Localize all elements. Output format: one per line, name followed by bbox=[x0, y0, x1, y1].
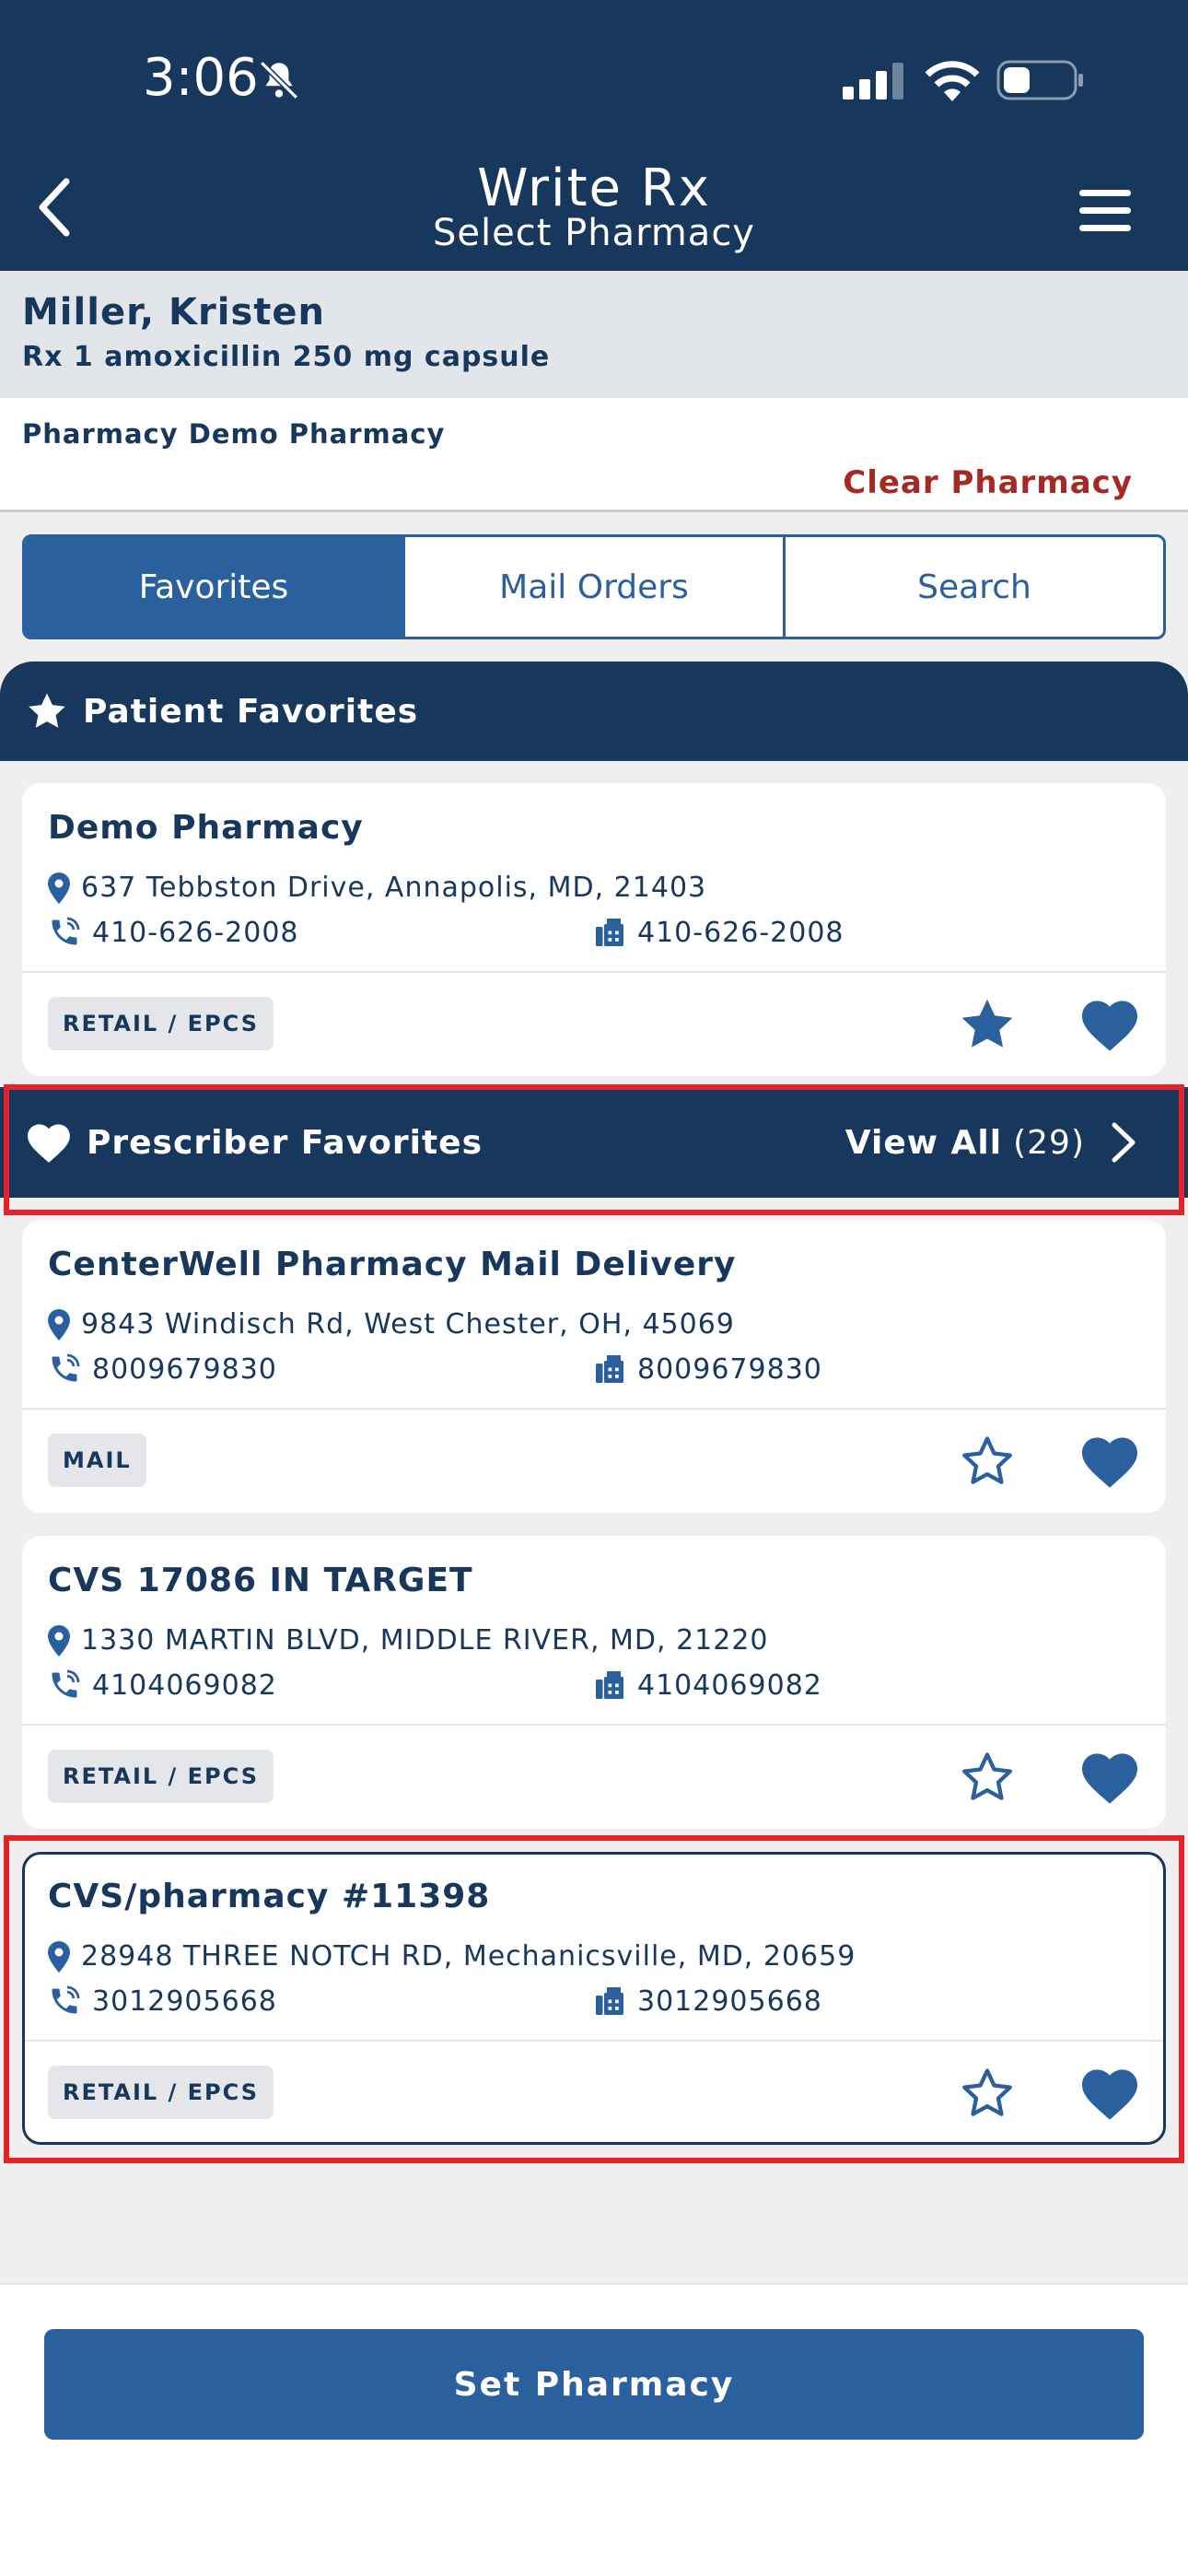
star-outline-icon[interactable] bbox=[958, 1432, 1017, 1491]
pharmacy-card[interactable]: Demo Pharmacy 637 Tebbston Drive, Annapo… bbox=[22, 783, 1166, 1076]
location-pin-icon bbox=[48, 872, 70, 904]
cellular-signal-icon bbox=[843, 63, 903, 100]
star-filled-icon[interactable] bbox=[958, 995, 1017, 1054]
phone-number: 8009679830 bbox=[92, 1352, 277, 1386]
patient-info-bar: Miller, Kristen Rx 1 amoxicillin 250 mg … bbox=[0, 271, 1188, 398]
tab-favorites[interactable]: Favorites bbox=[25, 537, 402, 637]
fax-icon bbox=[596, 919, 623, 946]
pharmacy-fax: 4104069082 bbox=[593, 1669, 822, 1702]
fax-number: 4104069082 bbox=[637, 1669, 822, 1702]
pharmacy-card[interactable]: CenterWell Pharmacy Mail Delivery 9843 W… bbox=[22, 1220, 1166, 1513]
pharmacy-fax: 410-626-2008 bbox=[593, 916, 844, 949]
rx-description: Rx 1 amoxicillin 250 mg capsule bbox=[22, 341, 551, 373]
patient-favorites-title: Patient Favorites bbox=[83, 692, 419, 731]
heart-filled-icon[interactable] bbox=[1079, 1434, 1140, 1489]
fax-icon bbox=[596, 1355, 623, 1383]
star-icon bbox=[29, 693, 65, 728]
page-title: Write Rx bbox=[477, 158, 711, 218]
selected-pharmacy-bar: Pharmacy Demo Pharmacy Clear Pharmacy bbox=[0, 398, 1188, 512]
location-pin-icon bbox=[48, 1624, 70, 1657]
phone-icon bbox=[52, 917, 80, 945]
phone-icon bbox=[52, 1669, 80, 1698]
address-text: 1330 MARTIN BLVD, MIDDLE RIVER, MD, 2122… bbox=[81, 1624, 769, 1657]
card-divider bbox=[22, 1724, 1166, 1726]
menu-button[interactable] bbox=[1073, 180, 1137, 240]
bell-muted-icon bbox=[260, 61, 298, 100]
fax-number: 410-626-2008 bbox=[637, 916, 844, 949]
wifi-icon bbox=[925, 61, 980, 101]
phone-number: 4104069082 bbox=[92, 1669, 277, 1702]
address-text: 637 Tebbston Drive, Annapolis, MD, 21403 bbox=[81, 872, 707, 904]
fax-icon bbox=[596, 1671, 623, 1699]
pharmacy-type-badge: RETAIL / EPCS bbox=[48, 997, 274, 1050]
star-outline-icon[interactable] bbox=[958, 1748, 1017, 1807]
clear-pharmacy-button[interactable]: Clear Pharmacy bbox=[843, 464, 1133, 501]
highlight-box bbox=[4, 1084, 1184, 1215]
patient-name: Miller, Kristen bbox=[22, 291, 326, 334]
pharmacy-phone[interactable]: 8009679830 bbox=[48, 1352, 277, 1386]
hamburger-menu-icon bbox=[1079, 189, 1131, 231]
pharmacy-phone[interactable]: 410-626-2008 bbox=[48, 916, 299, 949]
status-time: 3:06 bbox=[143, 48, 259, 108]
card-divider bbox=[22, 1408, 1166, 1410]
pharmacy-type-badge: MAIL bbox=[48, 1434, 146, 1487]
pharmacy-address: 1330 MARTIN BLVD, MIDDLE RIVER, MD, 2122… bbox=[48, 1624, 769, 1657]
app-header: 3:06 Write Rx Select Pharmacy bbox=[0, 0, 1188, 271]
highlight-box bbox=[4, 1835, 1184, 2163]
pharmacy-name: CVS 17086 IN TARGET bbox=[48, 1562, 473, 1599]
tab-search[interactable]: Search bbox=[783, 537, 1163, 637]
battery-icon bbox=[996, 60, 1083, 100]
location-pin-icon bbox=[48, 1308, 70, 1341]
bottom-action-bar: Set Pharmacy bbox=[0, 2283, 1188, 2576]
pharmacy-name: Demo Pharmacy bbox=[48, 809, 364, 847]
fax-number: 8009679830 bbox=[637, 1352, 822, 1386]
phone-icon bbox=[52, 1353, 80, 1382]
address-text: 9843 Windisch Rd, West Chester, OH, 4506… bbox=[81, 1308, 735, 1341]
page-subtitle: Select Pharmacy bbox=[433, 212, 755, 254]
set-pharmacy-button[interactable]: Set Pharmacy bbox=[44, 2329, 1144, 2440]
pharmacy-phone[interactable]: 4104069082 bbox=[48, 1669, 277, 1702]
phone-number: 410-626-2008 bbox=[92, 916, 299, 949]
pharmacy-card[interactable]: CVS 17086 IN TARGET 1330 MARTIN BLVD, MI… bbox=[22, 1536, 1166, 1829]
pharmacy-address: 637 Tebbston Drive, Annapolis, MD, 21403 bbox=[48, 872, 706, 904]
heart-filled-icon[interactable] bbox=[1079, 997, 1140, 1052]
pharmacy-fax: 8009679830 bbox=[593, 1352, 822, 1386]
pharmacy-type-badge: RETAIL / EPCS bbox=[48, 1750, 274, 1803]
card-divider bbox=[22, 971, 1166, 973]
tab-mail-orders[interactable]: Mail Orders bbox=[402, 537, 783, 637]
selected-pharmacy-label: Pharmacy Demo Pharmacy bbox=[22, 418, 446, 450]
pharmacy-tabs: Favorites Mail Orders Search bbox=[22, 534, 1166, 639]
patient-favorites-header: Patient Favorites bbox=[0, 662, 1188, 761]
heart-filled-icon[interactable] bbox=[1079, 1750, 1140, 1805]
pharmacy-name: CenterWell Pharmacy Mail Delivery bbox=[48, 1246, 737, 1283]
pharmacy-address: 9843 Windisch Rd, West Chester, OH, 4506… bbox=[48, 1308, 735, 1341]
